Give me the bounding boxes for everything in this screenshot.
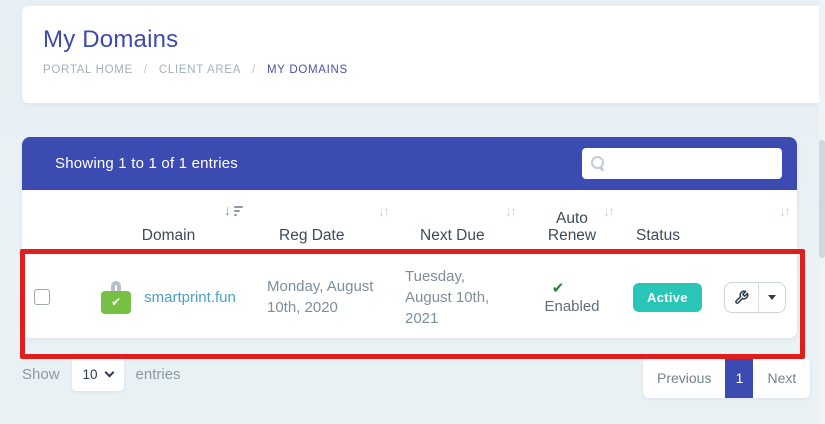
- entries-summary: Showing 1 to 1 of 1 entries: [55, 155, 239, 172]
- status-badge[interactable]: Active: [633, 282, 702, 312]
- pagination: Previous 1 Next: [643, 358, 811, 398]
- table-header-bar: Showing 1 to 1 of 1 entries: [22, 137, 797, 190]
- header-status[interactable]: Status: [617, 190, 712, 256]
- status-cell: Active: [617, 256, 712, 338]
- domain-link[interactable]: smartprint.fun: [144, 289, 236, 306]
- header-checkbox-column: [22, 190, 72, 256]
- dropdown-toggle-button[interactable]: [759, 283, 785, 312]
- page-header-card: My Domains PORTAL HOME / CLIENT AREA / M…: [22, 6, 819, 103]
- manage-domain-button-group: [723, 281, 786, 313]
- next-page-button[interactable]: Next: [753, 358, 810, 398]
- wrench-button[interactable]: [725, 282, 759, 312]
- table-head: Domain ↓ Reg Date ↓↑ Next Due ↓↑ Auto Re…: [22, 190, 797, 256]
- breadcrumb-separator: /: [143, 64, 148, 76]
- breadcrumb-my-domains: MY DOMAINS: [267, 64, 348, 76]
- check-icon: ✔: [551, 280, 565, 297]
- previous-page-button[interactable]: Previous: [643, 358, 725, 398]
- breadcrumb-separator: /: [252, 64, 256, 76]
- breadcrumb-portal-home[interactable]: PORTAL HOME: [43, 64, 133, 76]
- domain-cell: ✔ smartprint.fun: [72, 256, 265, 338]
- actions-cell: [712, 256, 797, 338]
- header-next-due[interactable]: Next Due ↓↑: [402, 190, 527, 256]
- header-auto-renew[interactable]: Auto Renew ↓↑: [527, 190, 617, 256]
- chevron-down-icon: [104, 367, 114, 378]
- sort-both-icon[interactable]: ↓↑: [505, 203, 517, 219]
- scrollbar-thumb[interactable]: [819, 140, 825, 258]
- page-length-control: Show 10 entries: [22, 358, 181, 391]
- wrench-icon: [734, 290, 748, 304]
- show-label: Show: [22, 366, 60, 383]
- current-page-button[interactable]: 1: [725, 358, 754, 398]
- breadcrumb-client-area[interactable]: CLIENT AREA: [159, 64, 241, 76]
- scrollbar-track[interactable]: [819, 0, 825, 424]
- domains-table-card: Showing 1 to 1 of 1 entries Domain ↓ Reg…: [22, 137, 797, 338]
- entries-per-page-select[interactable]: 10: [71, 358, 124, 391]
- ssl-lock-icon: ✔: [101, 280, 132, 314]
- row-select-cell: [22, 256, 72, 338]
- row-checkbox[interactable]: [34, 289, 50, 305]
- header-reg-date[interactable]: Reg Date ↓↑: [265, 190, 402, 256]
- reg-date-cell: Monday, August 10th, 2020: [267, 278, 374, 316]
- sort-both-icon[interactable]: ↓↑: [603, 203, 615, 219]
- entries-label: entries: [135, 366, 181, 383]
- auto-renew-cell: ✔ Enabled: [527, 256, 617, 338]
- header-domain[interactable]: Domain ↓: [72, 190, 265, 256]
- search-icon: [591, 156, 606, 171]
- next-due-cell: Tuesday, August 10th, 2021: [405, 267, 490, 327]
- sort-both-icon[interactable]: ↓↑: [378, 203, 390, 219]
- sort-both-icon[interactable]: ↓↑: [779, 203, 791, 219]
- table-row: ✔ smartprint.fun Monday, August 10th, 20…: [22, 256, 797, 338]
- caret-down-icon: [767, 294, 776, 300]
- auto-renew-state: Enabled: [544, 298, 600, 315]
- page-title: My Domains: [43, 26, 179, 53]
- search-input[interactable]: [612, 148, 793, 179]
- breadcrumb: PORTAL HOME / CLIENT AREA / MY DOMAINS: [43, 64, 819, 76]
- table-search[interactable]: [582, 148, 793, 179]
- sort-amount-asc-icon[interactable]: ↓: [224, 202, 243, 218]
- header-actions[interactable]: ↓↑: [712, 190, 797, 256]
